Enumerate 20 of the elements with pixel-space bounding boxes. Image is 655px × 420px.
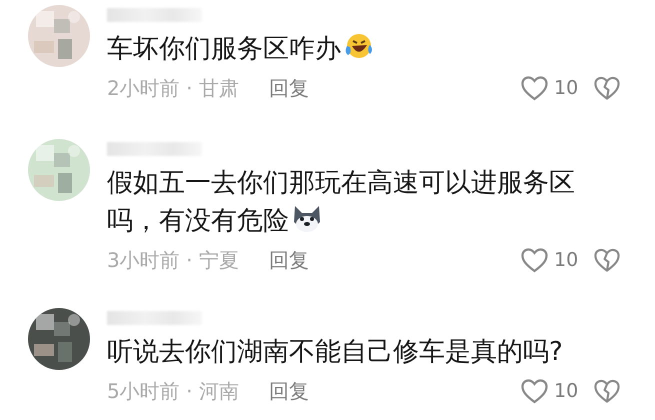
- heart-icon[interactable]: [521, 76, 548, 100]
- comment-meta: 3小时前 · 宁夏: [107, 246, 239, 274]
- dog-face-icon: [291, 204, 323, 234]
- reply-button[interactable]: 回复: [268, 74, 309, 102]
- like-count: 10: [554, 249, 580, 271]
- like-count: 10: [554, 77, 580, 99]
- broken-heart-icon[interactable]: [594, 378, 620, 404]
- reply-button[interactable]: 回复: [268, 246, 309, 274]
- comment-text-line: 听说去你们湖南不能自己修车是真的吗?: [107, 337, 563, 367]
- reply-button[interactable]: 回复: [268, 378, 309, 404]
- comment-text-line: 吗，有没有危险: [107, 206, 289, 236]
- heart-icon[interactable]: [521, 378, 548, 404]
- comment-meta: 2小时前 · 甘肃: [107, 74, 239, 102]
- broken-heart-icon[interactable]: [594, 248, 620, 272]
- like-count: 10: [554, 380, 580, 402]
- heart-icon[interactable]: [521, 248, 548, 272]
- comment-text-line: 假如五一去你们那玩在高速可以进服务区: [107, 168, 575, 198]
- broken-heart-icon[interactable]: [594, 76, 620, 100]
- comment-text-line: 车坏你们服务区咋办: [107, 34, 341, 64]
- comment-meta: 5小时前 · 河南: [107, 378, 239, 404]
